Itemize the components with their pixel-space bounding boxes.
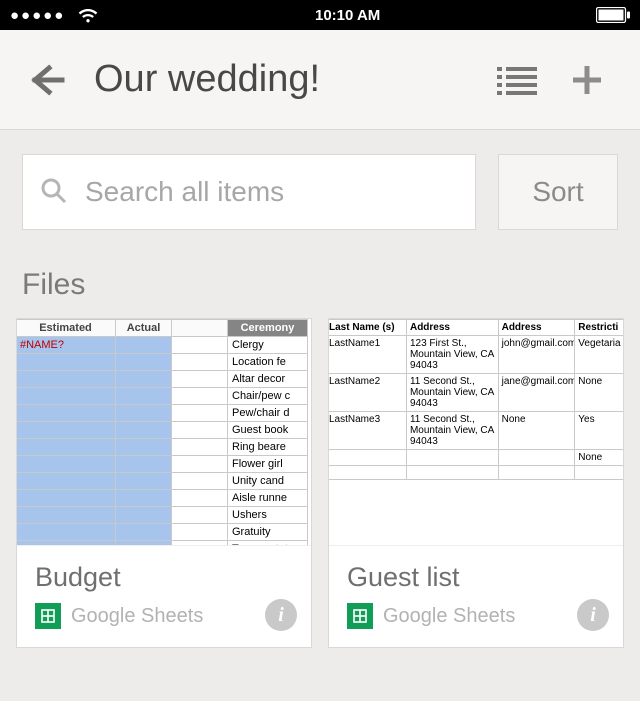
page-title: Our wedding!: [94, 58, 320, 101]
status-bar: ●●●●● 10:10 AM: [0, 0, 640, 30]
file-thumbnail: EstimatedActualCeremony #NAME?Clergy esL…: [17, 319, 311, 545]
file-thumbnail: Last Name (s)AddressAddressRestricti Las…: [329, 319, 623, 545]
file-grid: EstimatedActualCeremony #NAME?Clergy esL…: [0, 318, 640, 648]
app-header: Our wedding!: [0, 30, 640, 130]
battery-icon: [596, 7, 630, 23]
file-card-footer: Guest list Google Sheets i: [329, 545, 623, 647]
search-icon: [39, 176, 67, 209]
search-row: Sort: [0, 130, 640, 254]
list-view-button[interactable]: [482, 65, 552, 95]
signal-dots-icon: ●●●●●: [10, 7, 65, 24]
wifi-icon: [77, 7, 99, 23]
file-title: Guest list: [347, 562, 607, 593]
file-card-guest-list[interactable]: Last Name (s)AddressAddressRestricti Las…: [328, 318, 624, 648]
info-icon[interactable]: i: [577, 599, 609, 631]
file-type: Google Sheets: [71, 605, 203, 628]
status-time: 10:10 AM: [315, 7, 380, 24]
file-card-budget[interactable]: EstimatedActualCeremony #NAME?Clergy esL…: [16, 318, 312, 648]
info-icon[interactable]: i: [265, 599, 297, 631]
search-input[interactable]: [85, 176, 459, 208]
sheets-icon: [347, 603, 373, 629]
search-box[interactable]: [22, 154, 476, 230]
file-type: Google Sheets: [383, 605, 515, 628]
file-title: Budget: [35, 562, 295, 593]
file-card-footer: Budget Google Sheets i: [17, 545, 311, 647]
files-section-label: Files: [0, 254, 640, 318]
back-button[interactable]: [18, 60, 74, 100]
sort-button[interactable]: Sort: [498, 154, 618, 230]
add-button[interactable]: [552, 62, 622, 98]
sheets-icon: [35, 603, 61, 629]
